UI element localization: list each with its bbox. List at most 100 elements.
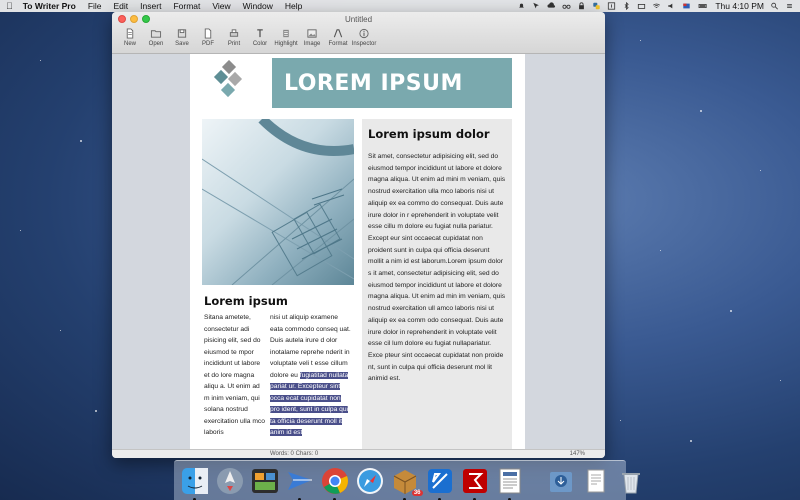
- blueprint-image-icon: [202, 119, 354, 285]
- text-color-icon: [257, 29, 263, 38]
- info-icon: [359, 28, 369, 39]
- sidebar-text-box[interactable]: Lorem ipsum dolor Sit amet, consectetur …: [362, 119, 512, 449]
- middle-column-text[interactable]: nisi ut aliquip examene eata commodo con…: [270, 312, 352, 439]
- zoom-level[interactable]: 147%: [570, 451, 585, 457]
- menu-file[interactable]: File: [88, 1, 102, 11]
- architectural-photo[interactable]: [202, 119, 354, 285]
- menu-help[interactable]: Help: [285, 1, 302, 11]
- dock: 36: [174, 460, 640, 500]
- dock-chrome[interactable]: [320, 466, 350, 500]
- dock-trash[interactable]: [616, 466, 646, 496]
- left-section-heading[interactable]: Lorem ipsum: [204, 294, 288, 308]
- sidebar-body-text: Sit amet, consectetur adipisicing elit, …: [368, 153, 506, 383]
- app-badge: 36: [411, 489, 423, 496]
- document-window: Untitled New Open Save PDF Print Color H…: [112, 12, 605, 458]
- cursor-arrow-icon[interactable]: [532, 2, 541, 10]
- sidebar-heading: Lorem ipsum dolor: [368, 127, 490, 141]
- toolbar: New Open Save PDF Print Color Highlight …: [117, 28, 377, 47]
- notification-center-icon[interactable]: [785, 2, 794, 10]
- bluetooth-icon[interactable]: [622, 2, 631, 10]
- lock-icon[interactable]: [577, 2, 586, 10]
- toolbar-color-button[interactable]: Color: [247, 28, 273, 47]
- menu-edit[interactable]: Edit: [114, 1, 129, 11]
- volume-icon[interactable]: [667, 2, 676, 10]
- menu-window[interactable]: Window: [243, 1, 273, 11]
- to-writer-pro-icon: [499, 468, 520, 493]
- printer-icon: [229, 29, 239, 37]
- highlight-icon: [283, 29, 289, 38]
- xcode-icon: [427, 468, 452, 493]
- toolbar-open-label: Open: [148, 41, 164, 47]
- toolbar-color-label: Color: [252, 41, 268, 47]
- menu-bar:  To Writer Pro File Edit Insert Format …: [0, 0, 800, 12]
- toolbar-inspector-label: Inspector: [351, 41, 377, 47]
- python-icon[interactable]: [592, 2, 601, 10]
- left-column-text[interactable]: Sitana ametete, consectetur adi pisicing…: [204, 312, 266, 439]
- menu-app-name[interactable]: To Writer Pro: [23, 1, 76, 11]
- safari-icon: [356, 467, 383, 494]
- trash-icon: [621, 472, 640, 493]
- cloud-sync-icon[interactable]: [547, 2, 556, 10]
- toolbar-save-button[interactable]: Save: [169, 28, 195, 47]
- dock-finder[interactable]: [180, 466, 210, 500]
- apple-menu-icon[interactable]: : [6, 1, 13, 11]
- middle-column-plain-text: nisi ut aliquip examene eata commodo con…: [270, 314, 351, 379]
- dock-launchpad[interactable]: [215, 466, 245, 496]
- document-canvas[interactable]: LOREM IPSUM Lorem ipsum Sitana ametete, …: [112, 54, 605, 449]
- dock-filezilla[interactable]: [460, 466, 490, 500]
- new-document-icon: [126, 28, 134, 39]
- window-titlebar[interactable]: Untitled New Open Save PDF Print Color H…: [112, 12, 605, 54]
- bike-icon[interactable]: [562, 2, 571, 10]
- wifi-icon[interactable]: [652, 2, 661, 10]
- toolbar-pdf-button[interactable]: PDF: [195, 28, 221, 47]
- save-icon: [177, 29, 187, 38]
- dock-xcode[interactable]: [425, 466, 455, 500]
- menu-insert[interactable]: Insert: [140, 1, 161, 11]
- documents-icon: [587, 469, 604, 492]
- keyboard-icon[interactable]: [637, 2, 646, 10]
- menu-format[interactable]: Format: [173, 1, 200, 11]
- document-page[interactable]: LOREM IPSUM Lorem ipsum Sitana ametete, …: [190, 54, 525, 449]
- status-bar: Words: 0 Chars: 0 147%: [112, 449, 605, 458]
- dock-downloads-stack[interactable]: [546, 466, 576, 496]
- downloads-icon: [549, 471, 572, 492]
- window-title: Untitled: [344, 15, 373, 24]
- toolbar-highlight-button[interactable]: Highlight: [273, 28, 299, 47]
- toolbar-format-label: Format: [328, 41, 348, 47]
- dock-box-app[interactable]: 36: [390, 466, 423, 500]
- dock-mission-control[interactable]: [250, 466, 280, 496]
- toolbar-print-label: Print: [227, 41, 241, 47]
- notification-bell-icon[interactable]: [517, 2, 526, 10]
- launchpad-icon: [216, 467, 243, 494]
- info-badge-icon[interactable]: [607, 2, 616, 10]
- battery-icon[interactable]: [697, 2, 709, 10]
- menubar-clock[interactable]: Thu 4:10 PM: [715, 1, 764, 11]
- diamond-logo-icon: [213, 60, 243, 98]
- chrome-icon: [321, 467, 348, 494]
- paper-plane-icon: [287, 471, 312, 490]
- toolbar-inspector-button[interactable]: Inspector: [351, 28, 377, 47]
- spotlight-search-icon[interactable]: [770, 2, 779, 10]
- highlighted-text-selection[interactable]: fugiatitad nullata pariat ur. Excepteur …: [270, 371, 349, 436]
- filezilla-icon: [462, 468, 487, 493]
- toolbar-new-button[interactable]: New: [117, 28, 143, 47]
- banner-title[interactable]: LOREM IPSUM: [272, 58, 512, 108]
- dock-documents-stack[interactable]: [581, 466, 611, 496]
- mission-control-icon: [251, 468, 278, 493]
- toolbar-save-label: Save: [175, 41, 189, 47]
- flag-icon[interactable]: [682, 2, 691, 10]
- dock-paper-plane[interactable]: [285, 466, 315, 500]
- menu-view[interactable]: View: [212, 1, 230, 11]
- toolbar-print-button[interactable]: Print: [221, 28, 247, 47]
- word-char-count: Words: 0 Chars: 0: [270, 451, 319, 457]
- toolbar-format-button[interactable]: Format: [325, 28, 351, 47]
- status-menus: Thu 4:10 PM: [517, 1, 794, 11]
- toolbar-new-label: New: [123, 41, 136, 47]
- toolbar-image-button[interactable]: Image: [299, 28, 325, 47]
- image-icon: [307, 29, 317, 38]
- dock-to-writer-pro[interactable]: [495, 466, 525, 500]
- finder-icon: [181, 467, 208, 494]
- banner-title-text: LOREM IPSUM: [284, 70, 463, 96]
- dock-safari[interactable]: [355, 466, 385, 496]
- toolbar-open-button[interactable]: Open: [143, 28, 169, 47]
